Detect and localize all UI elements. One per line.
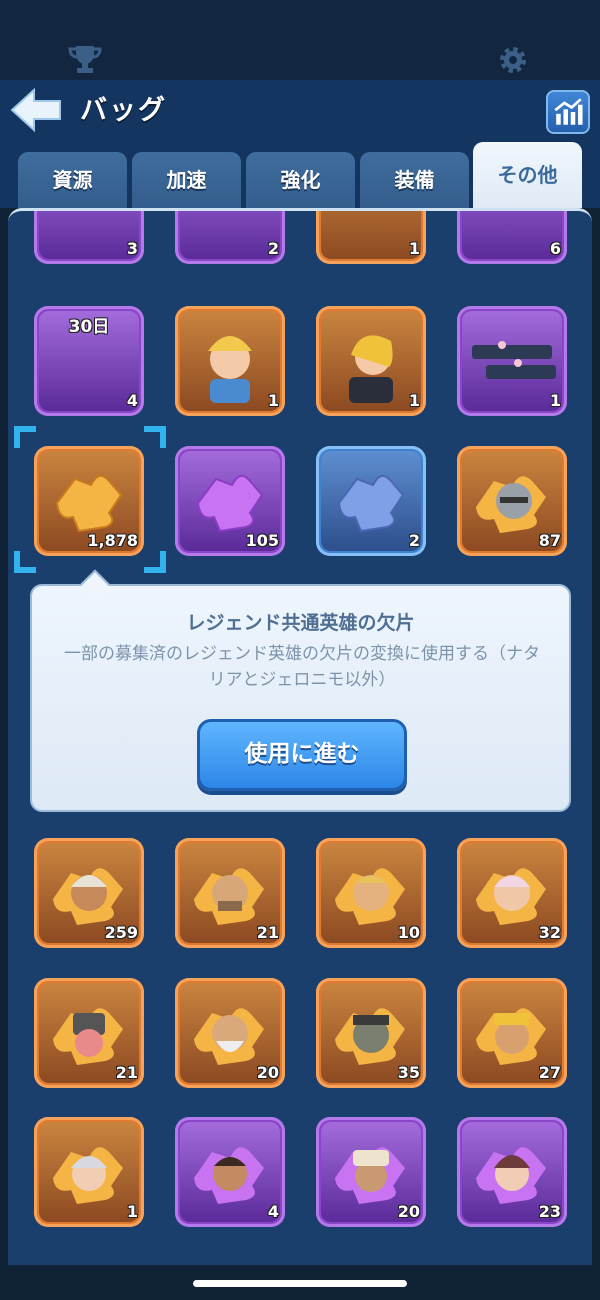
item-frame-4[interactable]: 6: [457, 211, 567, 264]
tooltip-arrow: [79, 569, 111, 601]
item-hero-shard[interactable]: 23: [457, 1117, 567, 1227]
back-arrow-icon[interactable]: [8, 86, 64, 134]
item-count: 27: [538, 1063, 561, 1082]
use-item-button[interactable]: 使用に進む: [197, 719, 407, 791]
duration-badge: 30日: [68, 317, 110, 337]
frame-art: [321, 211, 421, 259]
tooltip-title: レジェンド共通英雄の欠片: [186, 612, 415, 634]
item-count: 21: [115, 1063, 138, 1082]
item-count: 1,878: [87, 531, 138, 550]
item-count: 4: [267, 1202, 279, 1221]
item-panel[interactable]: 3 2 1 6 30日 4 1 1 1 1,878 105 2 87 レジェンド…: [8, 208, 592, 1265]
item-epic-universal-shard[interactable]: 105: [175, 446, 285, 556]
item-count: 35: [397, 1063, 420, 1082]
item-hero-shard[interactable]: 10: [316, 838, 426, 948]
frame-art: [462, 211, 562, 259]
selection-corner-bl: [14, 551, 36, 573]
selection-corner-br: [144, 551, 166, 573]
item-count: 6: [549, 239, 561, 258]
item-hero-shard[interactable]: 20: [175, 978, 285, 1088]
avatar-art: [180, 311, 280, 411]
item-count: 20: [256, 1063, 279, 1082]
item-hero-shard[interactable]: 1: [34, 1117, 144, 1227]
item-tooltip: レジェンド共通英雄の欠片 一部の募集済のレジェンド英雄の欠片の変換に使用する（ナ…: [30, 569, 571, 812]
item-frame-30day[interactable]: 30日 4: [34, 306, 144, 416]
item-count: 2: [408, 531, 420, 550]
item-hero-shard[interactable]: 35: [316, 978, 426, 1088]
item-count: 10: [397, 923, 420, 942]
trophy-icon[interactable]: [68, 44, 102, 74]
stats-chart-icon: [554, 98, 583, 125]
tab-speedups[interactable]: 加速: [132, 152, 241, 208]
item-count: 1: [408, 239, 420, 258]
top-bar: [0, 0, 600, 80]
item-count: 1: [408, 391, 420, 410]
item-hero-shard[interactable]: 87: [457, 446, 567, 556]
frame-art: [39, 211, 139, 259]
item-hero-shard[interactable]: 32: [457, 838, 567, 948]
item-rare-universal-shard[interactable]: 2: [316, 446, 426, 556]
item-count: 3: [126, 239, 138, 258]
item-grid: 3 2 1 6 30日 4 1 1 1 1,878 105 2 87 レジェンド…: [8, 211, 592, 1265]
item-count: 20: [397, 1202, 420, 1221]
selection-corner-tr: [144, 426, 166, 448]
nameplate-art: [462, 311, 562, 411]
item-count: 21: [256, 923, 279, 942]
item-avatar-2[interactable]: 1: [316, 306, 426, 416]
tab-resources[interactable]: 資源: [18, 152, 127, 208]
tooltip-description: 一部の募集済のレジェンド英雄の欠片の変換に使用する（ナタリアとジェロニモ以外）: [64, 644, 540, 690]
item-count: 2: [267, 239, 279, 258]
item-frame-2[interactable]: 2: [175, 211, 285, 264]
item-count: 87: [538, 531, 561, 550]
page-title: バッグ: [80, 95, 167, 126]
item-frame-1[interactable]: 3: [34, 211, 144, 264]
item-legend-universal-shard[interactable]: 1,878: [34, 446, 144, 556]
tab-boosts[interactable]: 強化: [246, 152, 355, 208]
item-count: 23: [538, 1202, 561, 1221]
hero-shard-art: [39, 1122, 139, 1222]
header: バッグ: [0, 80, 600, 140]
item-count: 1: [126, 1202, 138, 1221]
tab-gear[interactable]: 装備: [360, 152, 469, 208]
item-hero-shard[interactable]: 259: [34, 838, 144, 948]
item-frame-3[interactable]: 1: [316, 211, 426, 264]
item-hero-shard[interactable]: 4: [175, 1117, 285, 1227]
shard-art: [321, 451, 421, 551]
item-hero-shard[interactable]: 21: [34, 978, 144, 1088]
gear-icon[interactable]: [497, 44, 529, 76]
selection-corner-tl: [14, 426, 36, 448]
item-count: 105: [245, 531, 279, 550]
frame-art: [180, 211, 280, 259]
tab-bar: 資源 加速 強化 装備 その他: [0, 140, 600, 208]
item-hero-shard[interactable]: 20: [316, 1117, 426, 1227]
item-count: 32: [538, 923, 561, 942]
item-nameplate[interactable]: 1: [457, 306, 567, 416]
item-avatar-1[interactable]: 1: [175, 306, 285, 416]
stats-button[interactable]: [546, 90, 590, 134]
avatar-art: [321, 311, 421, 411]
item-hero-shard[interactable]: 21: [175, 838, 285, 948]
tab-other[interactable]: その他: [473, 142, 582, 208]
item-hero-shard[interactable]: 27: [457, 978, 567, 1088]
home-indicator[interactable]: [193, 1280, 407, 1287]
item-count: 1: [549, 391, 561, 410]
item-count: 4: [126, 391, 138, 410]
item-count: 1: [267, 391, 279, 410]
item-count: 259: [104, 923, 138, 942]
hero-shard-art: [180, 1122, 280, 1222]
